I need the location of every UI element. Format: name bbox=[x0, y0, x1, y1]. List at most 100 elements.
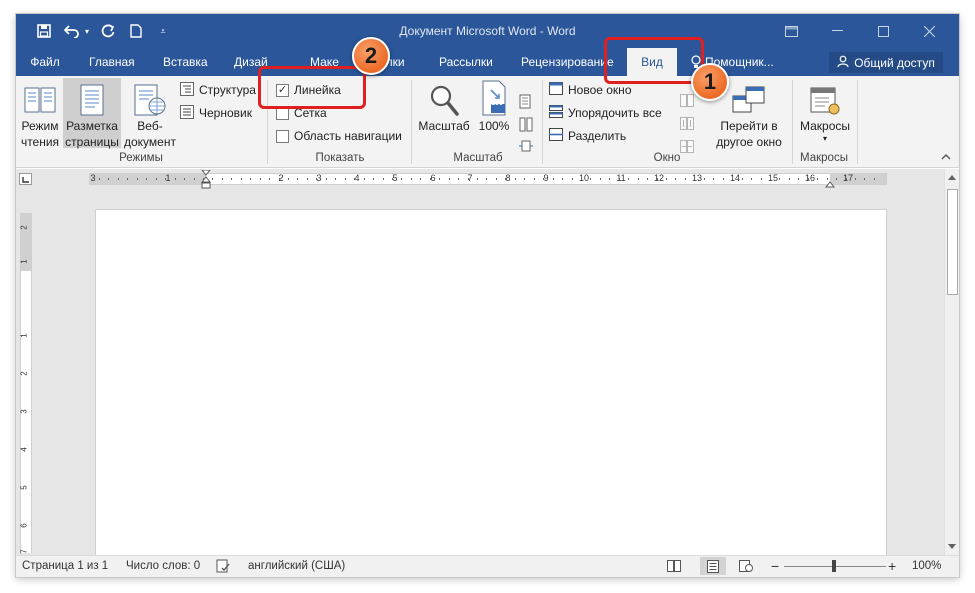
web-layout-status-icon[interactable] bbox=[739, 559, 753, 576]
language-indicator[interactable]: английский (США) bbox=[248, 560, 345, 572]
page-count[interactable]: Страница 1 из 1 bbox=[22, 560, 108, 572]
arrange-all-button[interactable]: Упорядочить все bbox=[549, 103, 662, 123]
document-area: 2 1 1 2 3 4 5 6 7 bbox=[16, 189, 944, 555]
ruler-tick bbox=[788, 178, 790, 180]
outline-button[interactable]: Структура bbox=[180, 80, 256, 100]
ruler-number: 4 bbox=[354, 173, 360, 183]
zoom-slider-thumb[interactable] bbox=[832, 560, 836, 572]
tab-home[interactable]: Главная bbox=[89, 48, 135, 76]
group-divider bbox=[411, 80, 412, 164]
ruler-tick bbox=[571, 178, 573, 180]
outline-icon bbox=[180, 81, 194, 99]
vertical-scrollbar[interactable] bbox=[944, 169, 959, 555]
ruler-number: 4 bbox=[19, 447, 29, 452]
zoom-100-label: 100% bbox=[478, 119, 510, 133]
zoom-level[interactable]: 100% bbox=[912, 560, 941, 572]
ruler-number: 5 bbox=[19, 485, 29, 490]
status-bar: Страница 1 из 1 Число слов: 0 английский… bbox=[16, 555, 959, 577]
document-page[interactable] bbox=[95, 209, 887, 555]
tab-file[interactable]: Файл bbox=[16, 48, 74, 76]
ruler-number: 1 bbox=[165, 173, 171, 183]
one-page-icon[interactable] bbox=[519, 94, 533, 110]
ruler-tick bbox=[136, 178, 138, 180]
ruler-tick bbox=[562, 178, 564, 180]
ruler-tick bbox=[845, 178, 847, 180]
print-layout-status-icon[interactable] bbox=[700, 557, 726, 575]
zoom-100-button[interactable]: 100 100% bbox=[476, 78, 512, 134]
nav-pane-checkbox[interactable]: Область навигации bbox=[276, 126, 402, 146]
ruler-tick bbox=[675, 178, 677, 180]
ruler-left-margin bbox=[89, 174, 206, 184]
proofing-icon[interactable] bbox=[216, 559, 230, 576]
ruler-tick bbox=[297, 178, 299, 180]
read-mode-status-icon[interactable] bbox=[667, 559, 681, 576]
ruler-tick bbox=[514, 178, 516, 180]
page-100-icon: 100 bbox=[476, 78, 512, 116]
tab-mailings[interactable]: Рассылки bbox=[439, 48, 493, 76]
ruler-tick bbox=[524, 178, 526, 180]
magnifier-icon bbox=[414, 78, 474, 116]
macros-button[interactable]: Макросы ▾ bbox=[796, 78, 854, 144]
macros-group-label: Макросы bbox=[800, 152, 848, 164]
zoom-in-button[interactable]: + bbox=[888, 558, 896, 574]
ruler-tick bbox=[439, 178, 441, 180]
horizontal-ruler[interactable]: 3 1 2 3 4 5 6 7 8 9 10 11 12 13 14 15 16… bbox=[89, 169, 887, 189]
arrange-all-label: Упорядочить все bbox=[568, 106, 662, 120]
ruler-tick bbox=[779, 178, 781, 180]
ruler-tick bbox=[836, 178, 838, 180]
ruler-tick bbox=[543, 178, 545, 180]
ruler-number: 16 bbox=[804, 173, 816, 183]
maximize-icon[interactable] bbox=[860, 14, 906, 48]
ruler-tick bbox=[684, 178, 686, 180]
close-icon[interactable] bbox=[906, 14, 952, 48]
ruler-number: 1 bbox=[19, 259, 29, 264]
print-layout-button[interactable]: Разметка страницы bbox=[63, 78, 121, 149]
ruler-tick bbox=[212, 178, 214, 180]
side-by-side-icon[interactable] bbox=[680, 94, 694, 110]
ruler-tick bbox=[656, 178, 658, 180]
ruler-tick bbox=[401, 178, 403, 180]
multiple-pages-icon[interactable] bbox=[519, 117, 533, 133]
ruler-number: 6 bbox=[19, 523, 29, 528]
ruler-tick bbox=[647, 178, 649, 180]
ruler-number: 1 bbox=[19, 333, 29, 338]
web-layout-button[interactable]: Веб-документ bbox=[122, 78, 178, 150]
ribbon-options-icon[interactable] bbox=[768, 14, 814, 48]
draft-button[interactable]: Черновик bbox=[180, 103, 252, 123]
scroll-up-icon[interactable] bbox=[948, 175, 956, 180]
minimize-icon[interactable] bbox=[814, 14, 860, 48]
show-group-label: Показать bbox=[315, 152, 365, 164]
tab-selector-button[interactable] bbox=[19, 173, 32, 185]
collapse-ribbon-icon[interactable] bbox=[941, 152, 951, 164]
ruler-tick bbox=[495, 178, 497, 180]
ruler-number: 6 bbox=[430, 173, 436, 183]
ruler-tick bbox=[458, 178, 460, 180]
scroll-thumb[interactable] bbox=[947, 189, 958, 295]
ruler-tick bbox=[618, 178, 620, 180]
share-button[interactable]: Общий доступ bbox=[829, 52, 943, 73]
word-count[interactable]: Число слов: 0 bbox=[126, 560, 200, 572]
ruler-tick bbox=[391, 178, 393, 180]
scroll-down-icon[interactable] bbox=[948, 544, 956, 549]
zoom-button[interactable]: Масштаб bbox=[414, 78, 474, 134]
ruler-number: 3 bbox=[19, 409, 29, 414]
ruler-tick bbox=[467, 178, 469, 180]
vertical-ruler[interactable]: 2 1 1 2 3 4 5 6 7 bbox=[19, 213, 32, 554]
ruler-tick bbox=[155, 178, 157, 180]
split-button[interactable]: Разделить bbox=[549, 126, 626, 146]
ribbon-tabs: Файл Главная Вставка Дизай Маке ылки Рас… bbox=[16, 48, 959, 76]
ruler-number: 3 bbox=[90, 173, 96, 183]
tab-insert[interactable]: Вставка bbox=[163, 48, 208, 76]
ruler-tick bbox=[486, 178, 488, 180]
read-mode-button[interactable]: Режим чтения bbox=[18, 78, 62, 150]
ruler-tick bbox=[146, 178, 148, 180]
ruler-tick bbox=[127, 178, 129, 180]
ruler-tick bbox=[99, 178, 100, 180]
zoom-out-button[interactable]: − bbox=[771, 558, 779, 574]
zoom-100-icon-text: 100 bbox=[491, 100, 503, 107]
title-bar: ▾ ⩡ Документ Microsoft Word - Word bbox=[16, 14, 959, 48]
draft-label: Черновик bbox=[199, 106, 252, 120]
ruler-tick bbox=[703, 178, 705, 180]
tab-review[interactable]: Рецензирование bbox=[521, 48, 614, 76]
sync-scroll-icon[interactable] bbox=[680, 117, 694, 133]
